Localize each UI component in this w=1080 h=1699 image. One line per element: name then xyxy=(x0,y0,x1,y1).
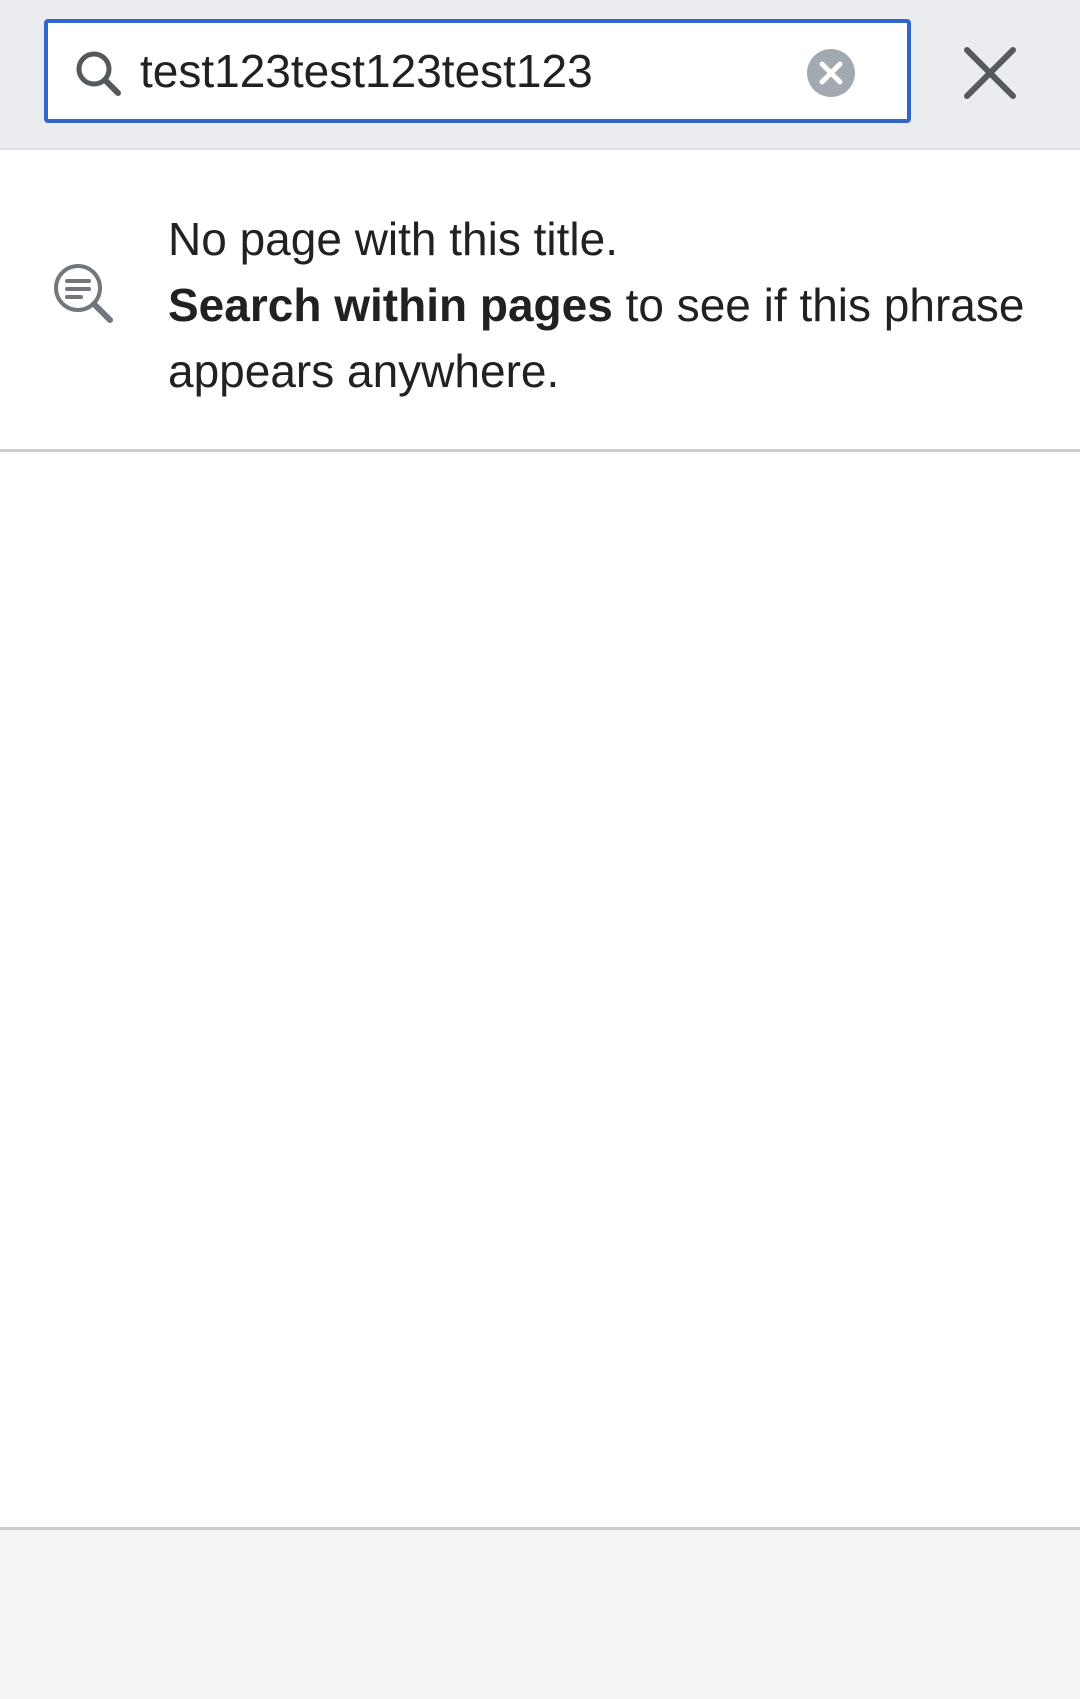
search-input[interactable] xyxy=(140,37,820,105)
close-icon[interactable] xyxy=(961,44,1019,102)
notice-text: No page with this title. Search within p… xyxy=(168,206,1048,404)
search-box[interactable] xyxy=(44,19,911,123)
search-within-pages-notice[interactable]: No page with this title. Search within p… xyxy=(0,150,1080,452)
no-page-message: No page with this title. xyxy=(168,213,619,265)
search-icon xyxy=(76,51,121,96)
search-header xyxy=(0,0,1080,150)
bottom-panel xyxy=(0,1527,1080,1699)
search-page: No page with this title. Search within p… xyxy=(0,0,1080,1699)
search-within-pages-link[interactable]: Search within pages xyxy=(168,279,613,331)
clear-search-icon[interactable] xyxy=(805,47,857,99)
search-in-text-icon xyxy=(54,264,113,323)
